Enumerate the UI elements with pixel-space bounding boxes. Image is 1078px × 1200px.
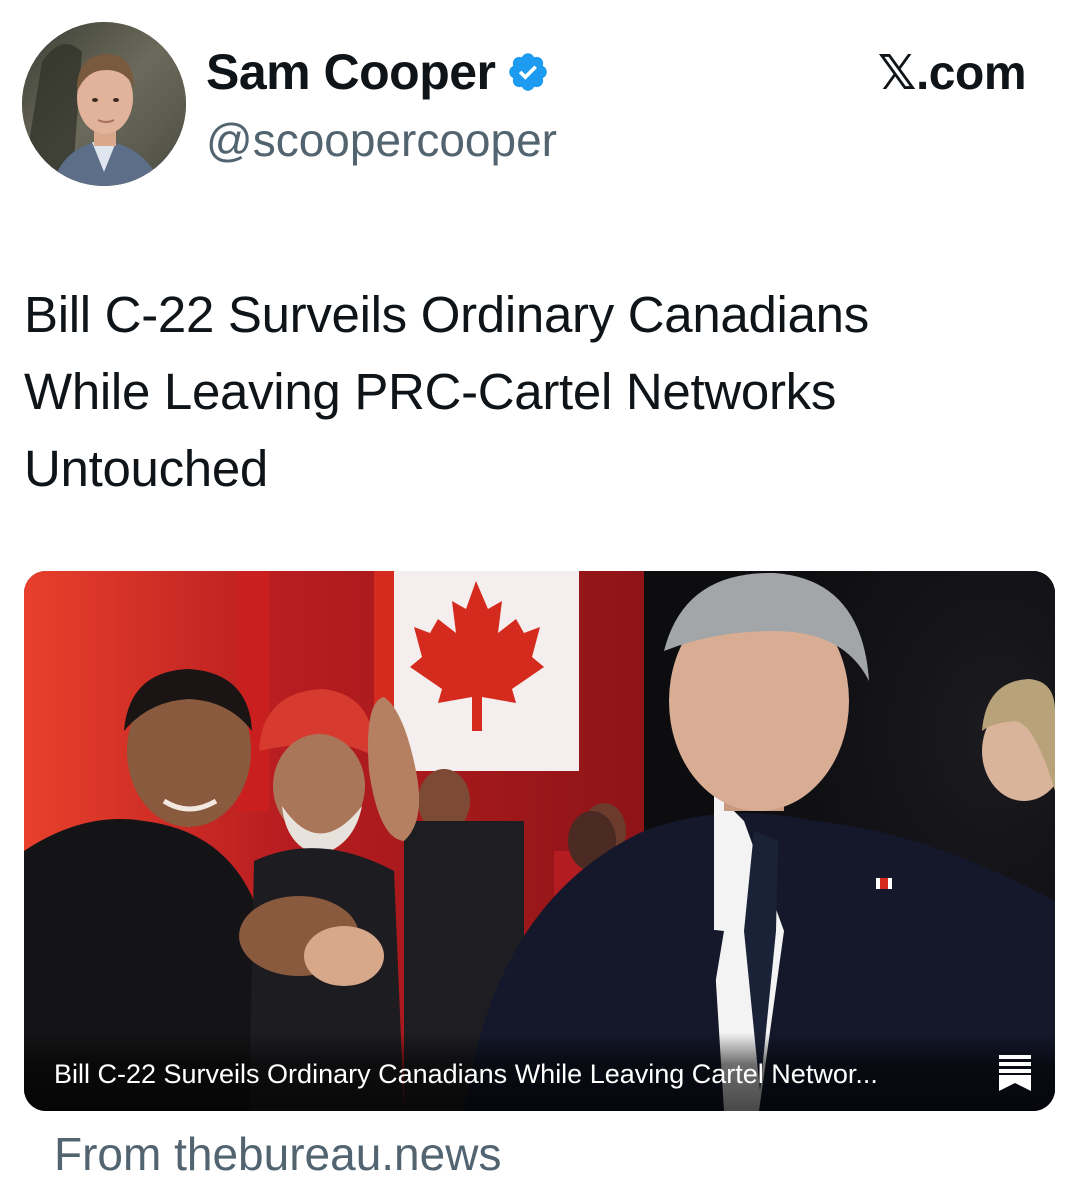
tweet-screenshot: Sam Cooper @scoopercooper 𝕏.com Bill C-2…	[0, 0, 1078, 1200]
card-image	[24, 571, 1055, 1111]
tweet-text: Bill C-22 Surveils Ordinary Canadians Wh…	[24, 276, 1034, 507]
bookmark-icon[interactable]	[997, 1053, 1033, 1093]
author-name-row: Sam Cooper	[206, 42, 550, 102]
avatar[interactable]	[22, 22, 186, 186]
display-name[interactable]: Sam Cooper	[206, 42, 496, 102]
brand-label: 𝕏.com	[877, 47, 1027, 100]
tweet-text-line: While Leaving PRC-Cartel Networks	[24, 363, 837, 420]
link-preview-card[interactable]: Bill C-22 Surveils Ordinary Canadians Wh…	[24, 571, 1055, 1111]
card-title[interactable]: Bill C-22 Surveils Ordinary Canadians Wh…	[54, 1057, 878, 1091]
verified-badge-icon	[506, 50, 550, 94]
tweet-text-line: Bill C-22 Surveils Ordinary Canadians	[24, 286, 869, 343]
tweet-text-line: Untouched	[24, 440, 268, 497]
card-source[interactable]: From thebureau.news	[54, 1126, 501, 1182]
author-handle[interactable]: @scoopercooper	[206, 112, 557, 168]
